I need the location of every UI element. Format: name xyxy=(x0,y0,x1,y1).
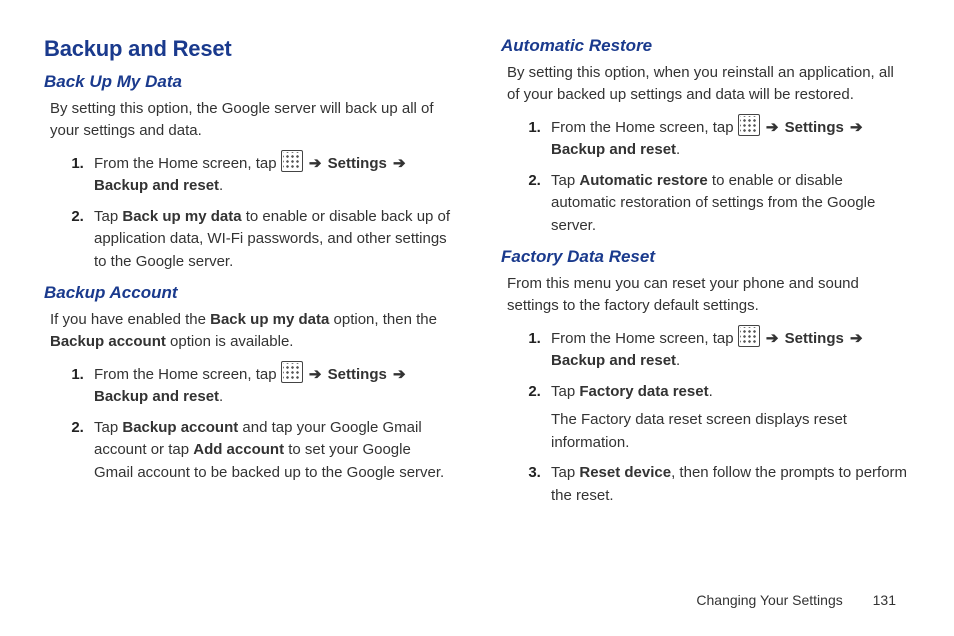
arrow-icon: ➔ xyxy=(766,117,779,140)
step-text: Backup and reset xyxy=(94,388,219,405)
para-text: Backup account xyxy=(50,333,166,350)
step-text: Settings xyxy=(328,366,391,383)
right-column: Automatic Restore By setting this option… xyxy=(501,36,910,517)
para-text: If you have enabled the xyxy=(50,311,210,328)
steps-automatic-restore: From the Home screen, tap ➔ Settings ➔ B… xyxy=(501,114,910,238)
list-item: Tap Reset device, then follow the prompt… xyxy=(545,462,910,507)
step-text: Tap xyxy=(551,464,579,481)
intro-back-up-my-data: By setting this option, the Google serve… xyxy=(50,98,453,142)
step-subtext: The Factory data reset screen displays r… xyxy=(551,409,910,454)
period: . xyxy=(219,388,223,405)
step-text: Reset device xyxy=(579,464,671,481)
page-footer: Changing Your Settings 131 xyxy=(696,592,896,608)
step-text: Add account xyxy=(193,441,284,458)
list-item: From the Home screen, tap ➔ Settings ➔ B… xyxy=(545,325,910,373)
step-text: Factory data reset xyxy=(579,383,708,400)
heading-backup-account: Backup Account xyxy=(44,283,453,303)
step-text: Settings xyxy=(785,330,848,347)
apps-icon xyxy=(281,150,303,172)
intro-automatic-restore: By setting this option, when you reinsta… xyxy=(507,62,910,106)
period: . xyxy=(709,383,713,400)
para-text: option, then the xyxy=(329,311,437,328)
step-text: From the Home screen, tap xyxy=(94,155,281,172)
arrow-icon: ➔ xyxy=(850,328,863,351)
step-text: Backup and reset xyxy=(551,352,676,369)
period: . xyxy=(219,177,223,194)
step-text: Settings xyxy=(328,155,391,172)
step-text: Tap xyxy=(551,383,579,400)
steps-back-up-my-data: From the Home screen, tap ➔ Settings ➔ B… xyxy=(44,150,453,274)
apps-icon xyxy=(738,114,760,136)
arrow-icon: ➔ xyxy=(393,153,406,176)
heading-automatic-restore: Automatic Restore xyxy=(501,36,910,56)
step-text: Tap xyxy=(551,172,579,189)
intro-backup-account: If you have enabled the Back up my data … xyxy=(50,309,453,353)
heading-back-up-my-data: Back Up My Data xyxy=(44,72,453,92)
step-text: Automatic restore xyxy=(579,172,707,189)
arrow-icon: ➔ xyxy=(850,117,863,140)
step-text: From the Home screen, tap xyxy=(551,330,738,347)
page-number: 131 xyxy=(873,592,896,608)
para-text: option is available. xyxy=(166,333,294,350)
heading-factory-data-reset: Factory Data Reset xyxy=(501,247,910,267)
heading-backup-and-reset: Backup and Reset xyxy=(44,36,453,62)
step-text: Backup and reset xyxy=(94,177,219,194)
intro-factory-data-reset: From this menu you can reset your phone … xyxy=(507,273,910,317)
list-item: Tap Factory data reset. The Factory data… xyxy=(545,381,910,455)
list-item: From the Home screen, tap ➔ Settings ➔ B… xyxy=(545,114,910,162)
step-text: Backup account xyxy=(122,419,238,436)
step-text: Tap xyxy=(94,419,122,436)
apps-icon xyxy=(738,325,760,347)
list-item: From the Home screen, tap ➔ Settings ➔ B… xyxy=(88,361,453,409)
list-item: From the Home screen, tap ➔ Settings ➔ B… xyxy=(88,150,453,198)
steps-backup-account: From the Home screen, tap ➔ Settings ➔ B… xyxy=(44,361,453,485)
step-text: From the Home screen, tap xyxy=(94,366,281,383)
arrow-icon: ➔ xyxy=(309,153,322,176)
period: . xyxy=(676,352,680,369)
arrow-icon: ➔ xyxy=(393,364,406,387)
step-text: Backup and reset xyxy=(551,141,676,158)
list-item: Tap Automatic restore to enable or disab… xyxy=(545,170,910,238)
period: . xyxy=(676,141,680,158)
list-item: Tap Back up my data to enable or disable… xyxy=(88,206,453,274)
chapter-title: Changing Your Settings xyxy=(696,592,842,608)
arrow-icon: ➔ xyxy=(766,328,779,351)
list-item: Tap Backup account and tap your Google G… xyxy=(88,417,453,485)
left-column: Backup and Reset Back Up My Data By sett… xyxy=(44,36,453,517)
step-text: Tap xyxy=(94,208,122,225)
two-column-layout: Backup and Reset Back Up My Data By sett… xyxy=(44,36,910,517)
step-text: Settings xyxy=(785,119,848,136)
steps-factory-data-reset: From the Home screen, tap ➔ Settings ➔ B… xyxy=(501,325,910,508)
step-text: From the Home screen, tap xyxy=(551,119,738,136)
para-text: Back up my data xyxy=(210,311,329,328)
step-text: Back up my data xyxy=(122,208,241,225)
apps-icon xyxy=(281,361,303,383)
arrow-icon: ➔ xyxy=(309,364,322,387)
